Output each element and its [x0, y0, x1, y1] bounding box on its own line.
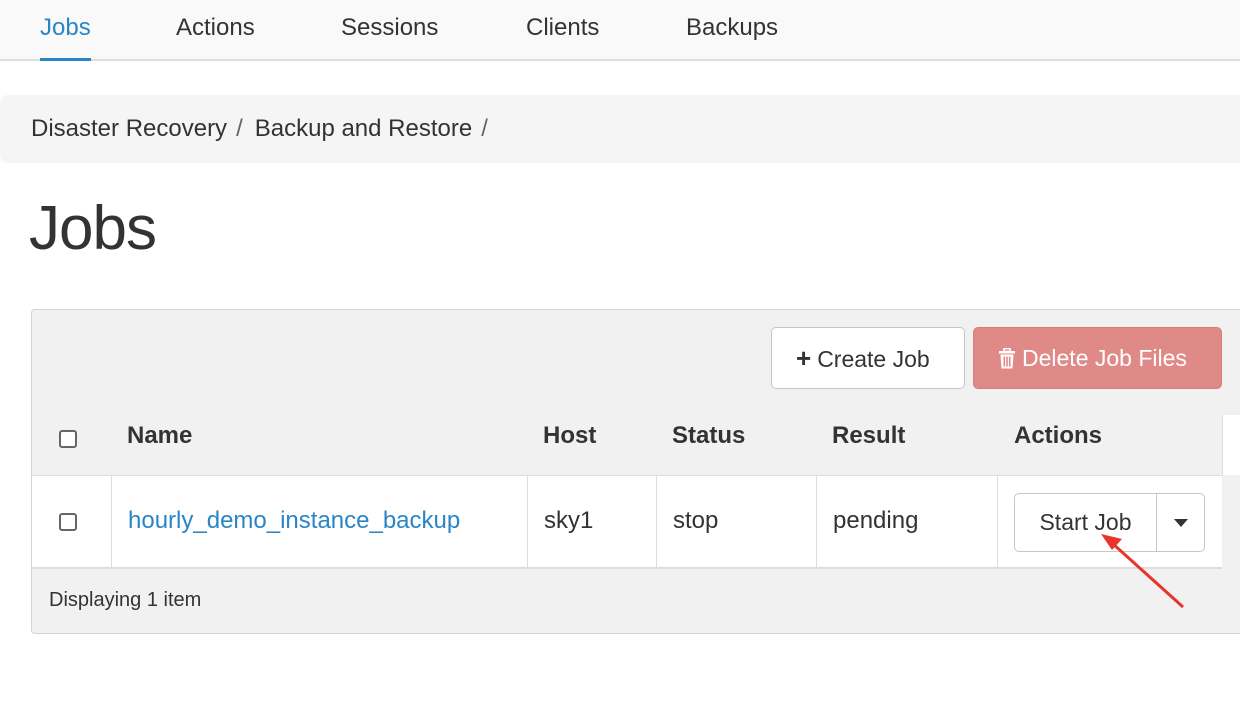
- select-all-checkbox[interactable]: [59, 430, 77, 448]
- actions-dropdown-toggle[interactable]: [1156, 494, 1204, 551]
- delete-job-files-label: Delete Job Files: [1022, 345, 1187, 371]
- caret-down-icon: [1174, 519, 1188, 527]
- column-header-name[interactable]: Name: [127, 422, 192, 450]
- create-job-label: Create Job: [817, 346, 930, 372]
- breadcrumb-item-disaster-recovery[interactable]: Disaster Recovery: [31, 115, 227, 142]
- trash-icon: [999, 347, 1015, 369]
- column-header-actions: Actions: [1014, 422, 1103, 449]
- row-select-cell: [32, 476, 111, 568]
- plus-icon: +: [796, 343, 812, 373]
- breadcrumb-separator: /: [481, 115, 488, 142]
- cell-name: hourly_demo_instance_backup: [111, 476, 527, 568]
- create-job-button[interactable]: + Create Job: [771, 327, 965, 389]
- tab-jobs[interactable]: Jobs: [40, 0, 91, 61]
- cell-result: pending: [816, 476, 997, 568]
- tab-actions[interactable]: Actions: [176, 0, 255, 61]
- tab-sessions[interactable]: Sessions: [341, 0, 438, 61]
- breadcrumb: Disaster Recovery / Backup and Restore /: [0, 95, 1240, 163]
- cell-host: sky1: [527, 476, 656, 568]
- column-header-status[interactable]: Status: [672, 422, 745, 450]
- start-job-split-button: Start Job: [1014, 493, 1205, 552]
- delete-job-files-button[interactable]: Delete Job Files: [973, 327, 1222, 389]
- page-title: Jobs: [29, 194, 157, 263]
- breadcrumb-item-backup-and-restore[interactable]: Backup and Restore: [255, 115, 472, 142]
- tab-clients[interactable]: Clients: [526, 0, 599, 61]
- row-checkbox[interactable]: [59, 513, 77, 531]
- cell-status: stop: [656, 476, 816, 568]
- column-header-host[interactable]: Host: [543, 422, 596, 450]
- tab-backups[interactable]: Backups: [686, 0, 778, 61]
- table-footer-count: Displaying 1 item: [49, 589, 202, 611]
- table-edge: [1222, 415, 1240, 475]
- start-job-button[interactable]: Start Job: [1015, 494, 1156, 551]
- column-header-result[interactable]: Result: [832, 422, 905, 450]
- top-tab-bar: Jobs Actions Sessions Clients Backups: [0, 0, 1240, 61]
- breadcrumb-separator: /: [236, 115, 243, 142]
- jobs-table-panel: + Create Job Delete Job Files Name Host S…: [31, 309, 1240, 634]
- job-name-link[interactable]: hourly_demo_instance_backup: [128, 507, 460, 534]
